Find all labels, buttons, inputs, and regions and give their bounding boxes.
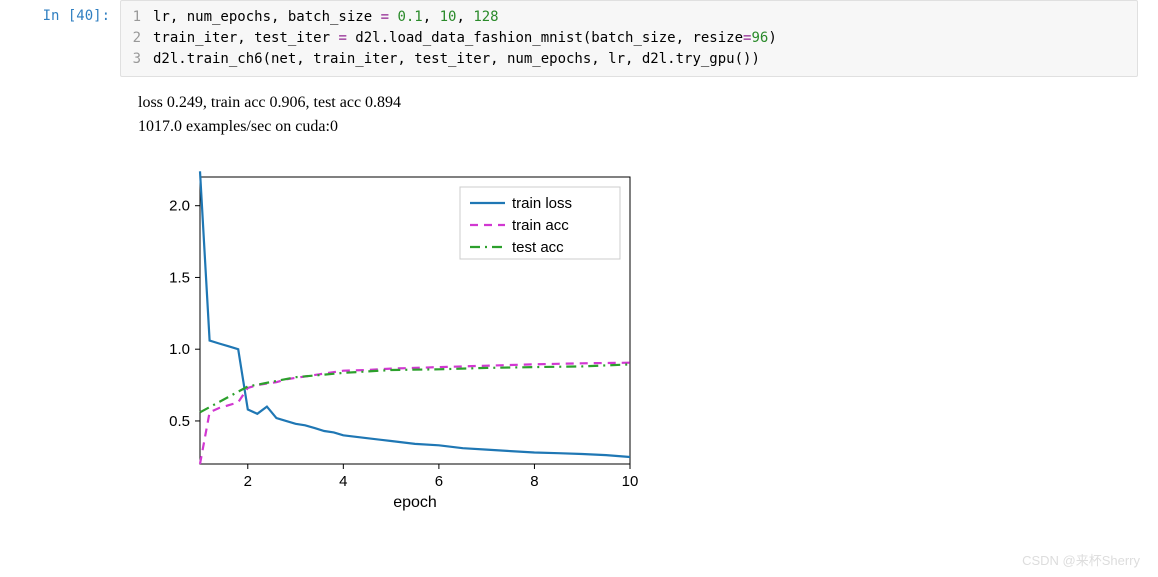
code-line: 1lr, num_epochs, batch_size = 0.1, 10, 1… xyxy=(121,7,1137,28)
x-tick-label: 6 xyxy=(435,473,443,490)
code-line: 3d2l.train_ch6(net, train_iter, test_ite… xyxy=(121,49,1137,70)
legend-label: train acc xyxy=(512,217,569,234)
x-tick-label: 8 xyxy=(530,473,538,490)
x-tick-label: 2 xyxy=(244,473,252,490)
input-prompt: In [40]: xyxy=(0,0,120,24)
output-line-1: loss 0.249, train acc 0.906, test acc 0.… xyxy=(138,91,1158,115)
code-content: d2l.train_ch6(net, train_iter, test_iter… xyxy=(153,49,760,70)
line-number: 3 xyxy=(121,49,153,70)
y-tick-label: 0.5 xyxy=(169,413,190,430)
legend-label: train loss xyxy=(512,195,572,212)
line-number: 1 xyxy=(121,7,153,28)
y-tick-label: 1.0 xyxy=(169,341,190,358)
code-content: train_iter, test_iter = d2l.load_data_fa… xyxy=(153,28,777,49)
watermark: CSDN @来杯Sherry xyxy=(1022,550,1140,569)
chart-container: 2 4 6 8 10 0.5 1.0 1.5 2.0 epoch train loss train a… xyxy=(130,159,1158,519)
training-chart: 2 4 6 8 10 0.5 1.0 1.5 2.0 epoch train loss train a… xyxy=(130,159,650,519)
y-tick-label: 1.5 xyxy=(169,269,190,286)
x-tick-label: 10 xyxy=(622,473,639,490)
series-train-acc xyxy=(200,363,630,464)
code-content: lr, num_epochs, batch_size = 0.1, 10, 12… xyxy=(153,7,499,28)
code-line: 2train_iter, test_iter = d2l.load_data_f… xyxy=(121,28,1137,49)
x-axis-label: epoch xyxy=(393,494,437,511)
line-number: 2 xyxy=(121,28,153,49)
code-area[interactable]: 1lr, num_epochs, batch_size = 0.1, 10, 1… xyxy=(120,0,1138,77)
notebook-input-cell: In [40]: 1lr, num_epochs, batch_size = 0… xyxy=(0,0,1158,77)
series-test-acc xyxy=(200,364,630,412)
legend-label: test acc xyxy=(512,239,564,256)
y-tick-label: 2.0 xyxy=(169,198,190,215)
x-tick-label: 4 xyxy=(339,473,347,490)
output-line-2: 1017.0 examples/sec on cuda:0 xyxy=(138,115,1158,139)
output-text: loss 0.249, train acc 0.906, test acc 0.… xyxy=(120,77,1158,139)
